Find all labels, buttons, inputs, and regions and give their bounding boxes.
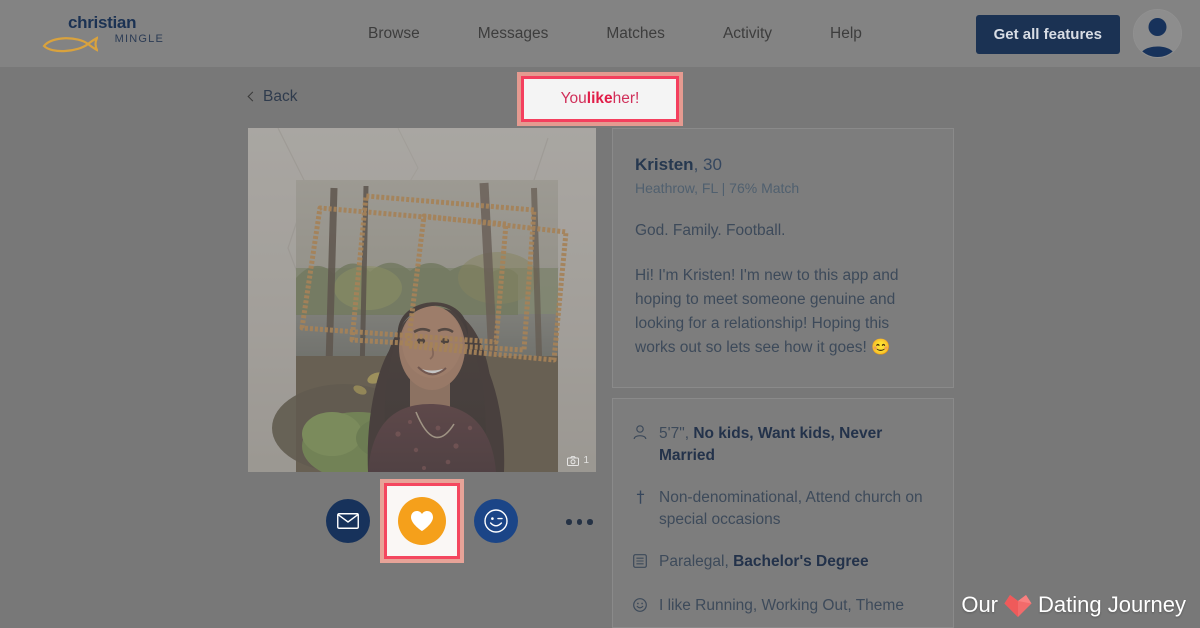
back-button[interactable]: Back [247,88,298,106]
camera-icon [567,455,580,466]
fish-icon [42,36,98,53]
detail-career-bold: Bachelor's Degree [733,553,869,570]
detail-basics-height: 5'7", [659,425,694,442]
nav-item-help[interactable]: Help [822,19,870,49]
profile-name-line: Kristen, 30 [635,155,931,175]
heart-icon [1004,595,1032,617]
top-header: christian MINGLE Browse Messages Matches… [0,0,1200,67]
profile-bio-card: Kristen, 30 Heathrow, FL | 76% Match God… [612,128,954,388]
back-label: Back [263,88,298,105]
ellipsis-icon-dot-3 [587,519,593,525]
envelope-icon [337,513,359,529]
logo-primary-text: christian [68,13,137,32]
you-like-her-banner: You like her! [517,72,683,126]
detail-interests-text: I like Running, Working Out, Theme [659,597,904,614]
cross-icon: † [636,487,645,506]
nav-item-messages[interactable]: Messages [470,19,557,49]
detail-career-plain: Paralegal, [659,553,734,570]
avatar[interactable] [1133,9,1182,58]
site-logo[interactable]: christian MINGLE [38,14,168,54]
heart-icon [411,511,433,531]
profile-age: , 30 [693,155,722,174]
send-wink-button[interactable] [474,499,518,543]
get-all-features-button[interactable]: Get all features [975,15,1120,54]
like-banner-suffix: her! [612,90,640,107]
main-navigation: Browse Messages Matches Activity Help [360,0,870,67]
like-banner-prefix: You [560,90,587,107]
ellipsis-icon-dot-1 [566,519,572,525]
chevron-left-icon [247,91,258,102]
profile-details-card: 5'7", No kids, Want kids, Never Married … [612,398,954,628]
profile-location-match: Heathrow, FL | 76% Match [635,180,800,196]
nav-item-matches[interactable]: Matches [598,19,673,49]
send-message-button[interactable] [326,499,370,543]
like-banner-emphasis: like [586,90,613,107]
profile-photo[interactable]: 1 [248,128,596,472]
document-icon [633,551,648,575]
profile-action-bar [248,479,596,563]
detail-row-career: Paralegal, Bachelor's Degree [633,551,931,575]
user-silhouette-avatar-icon [1134,10,1181,57]
detail-row-interests: I like Running, Working Out, Theme [633,595,931,619]
ellipsis-icon-dot-2 [576,519,582,525]
detail-basics-bold: No kids, Want kids, Never Married [659,425,883,464]
detail-row-basics: 5'7", No kids, Want kids, Never Married [633,423,931,467]
profile-name: Kristen [635,155,694,174]
detail-row-faith: † Non-denominational, Attend church on s… [633,487,931,531]
like-button[interactable] [398,497,446,545]
watermark-text-before: Our [961,592,999,617]
profile-photo-image [248,128,596,472]
detail-faith-text: Non-denominational, Attend church on spe… [659,489,923,528]
watermark: Our Dating Journey [961,592,1186,618]
profile-tagline: God. Family. Football. [635,222,786,239]
nav-item-browse[interactable]: Browse [360,19,428,49]
photo-count-badge: 1 [567,455,589,466]
person-icon [633,423,648,467]
smiley-icon [633,595,648,619]
more-options-button[interactable] [566,519,593,525]
watermark-text-after: Dating Journey [1038,592,1186,617]
wink-smiley-icon [484,509,508,533]
profile-bio-text: Hi! I'm Kristen! I'm new to this app and… [635,267,899,356]
photo-count-value: 1 [583,455,589,466]
like-button-highlight [380,479,464,563]
nav-item-activity[interactable]: Activity [715,19,780,49]
